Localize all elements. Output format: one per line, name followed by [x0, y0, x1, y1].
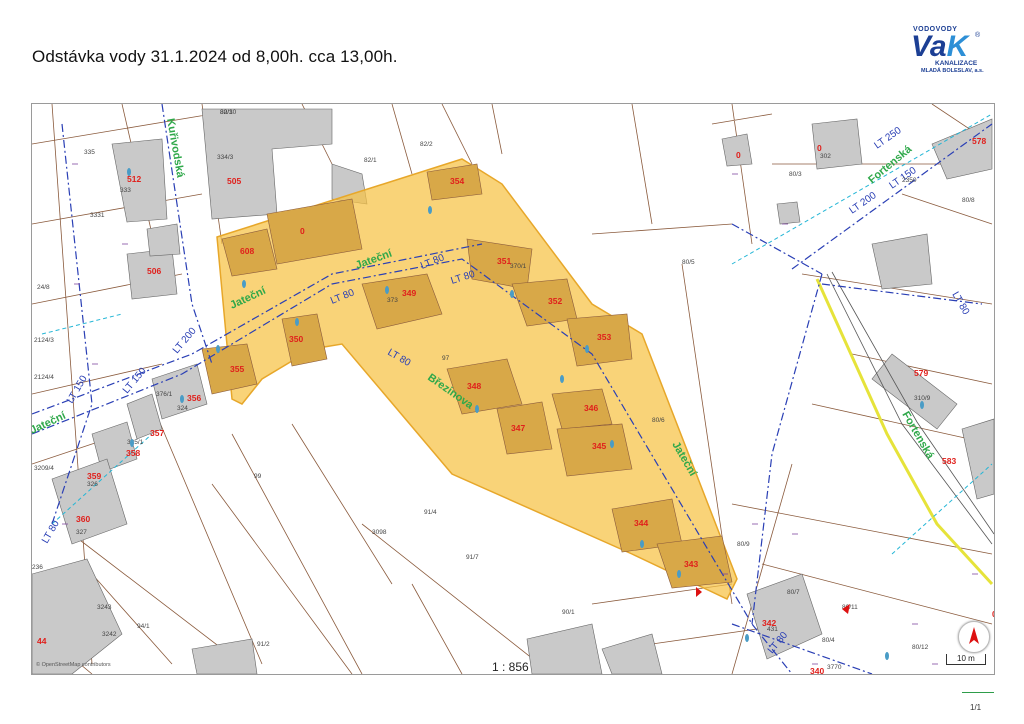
- parcel-number: 431: [767, 626, 778, 633]
- map-view[interactable]: Kuřivodská Jateční Jateční Jateční Jateč…: [31, 103, 995, 675]
- house-number: 349: [402, 288, 416, 298]
- parcel-number: 370/1: [510, 263, 527, 270]
- parcel-number: 82/2: [420, 141, 433, 148]
- parcel-number: 333: [120, 187, 131, 194]
- parcel-number: 80/7: [787, 589, 800, 596]
- parcel-number: 302: [820, 153, 831, 160]
- house-number: 0: [992, 609, 994, 619]
- parcel-number: 24/8: [37, 284, 50, 291]
- house-number: 346: [584, 403, 598, 413]
- pipe-label: LT 150: [65, 373, 90, 405]
- parcel-number: 376/1: [156, 391, 173, 398]
- parcel-number: 99: [254, 473, 262, 480]
- parcel-number: 94/1: [137, 623, 150, 630]
- house-number: 360: [76, 514, 90, 524]
- parcel-number: 2350: [902, 177, 917, 184]
- page-number: 1/1: [970, 703, 982, 712]
- parcel-number: 2124/4: [34, 374, 54, 381]
- parcel-number: 97: [442, 355, 450, 362]
- parcel-number: 80/9: [737, 541, 750, 548]
- parcel-number: 324: [177, 405, 188, 412]
- house-number: 505: [227, 176, 241, 186]
- parcel-number: 80/12: [912, 644, 929, 651]
- parcel-number: 373: [387, 297, 398, 304]
- parcel-number: 236: [32, 564, 43, 571]
- map-canvas[interactable]: Kuřivodská Jateční Jateční Jateční Jateč…: [32, 104, 994, 674]
- parcel-number: 310/9: [914, 395, 931, 402]
- house-number: 352: [548, 296, 562, 306]
- pipe-label: LT 200: [171, 325, 199, 356]
- house-number: 344: [634, 518, 648, 528]
- map-attribution: © OpenStreetMap contributors: [36, 662, 111, 668]
- parcel-number: 3770: [827, 664, 842, 671]
- parcel-number: 3331: [90, 212, 105, 219]
- parcel-number: 82/1: [364, 157, 377, 164]
- house-number: 345: [592, 441, 606, 451]
- house-number: 359: [87, 471, 101, 481]
- parcel-number: 80/6: [652, 417, 665, 424]
- parcel-number: 80/10: [220, 109, 237, 116]
- street-label-jatecni-4: Jateční: [32, 409, 68, 436]
- parcel-number: 3098: [372, 529, 387, 536]
- house-number: 583: [942, 456, 956, 466]
- house-number: 578: [972, 136, 986, 146]
- street-label-kurivodska: Kuřivodská: [164, 117, 186, 179]
- house-number: 350: [289, 334, 303, 344]
- parcel-number: 80/4: [822, 637, 835, 644]
- parcel-number: 91/7: [466, 554, 479, 561]
- house-number: 340: [810, 666, 824, 674]
- north-arrow-icon[interactable]: [958, 621, 990, 653]
- parcel-number: 325/1: [127, 439, 144, 446]
- parcel-number: 3242: [102, 631, 117, 638]
- house-number: 353: [597, 332, 611, 342]
- house-number: 579: [914, 368, 928, 378]
- house-number: 0: [300, 226, 305, 236]
- pipe-label: LT 250: [872, 125, 903, 152]
- pipe-label: LT 200: [847, 190, 878, 217]
- house-number: 348: [467, 381, 481, 391]
- parcel-number: 80/3: [789, 171, 802, 178]
- scale-bar: 10 m: [946, 654, 986, 665]
- house-number: 347: [511, 423, 525, 433]
- company-logo: VODOVODY VaK ® KANALIZACE MLADÁ BOLESLAV…: [905, 26, 997, 78]
- parcel-number: 91/2: [257, 641, 270, 648]
- page-title: Odstávka vody 31.1.2024 od 8,00h. cca 13…: [32, 47, 398, 66]
- parcel-number: 3209/4: [34, 465, 54, 472]
- pipe-label: LT 80: [40, 518, 62, 545]
- house-number: 355: [230, 364, 244, 374]
- parcel-number: 91/4: [424, 509, 437, 516]
- parcel-number: 80/5: [682, 259, 695, 266]
- parcel-number: 335: [84, 149, 95, 156]
- logo-reg: ®: [975, 32, 981, 39]
- parcel-number: 90/1: [562, 609, 575, 616]
- parcel-number: 327: [76, 529, 87, 536]
- house-number: 354: [450, 176, 464, 186]
- house-number: 357: [150, 428, 164, 438]
- logo-mark: VaK: [911, 30, 969, 63]
- parcel-number: 3243: [97, 604, 112, 611]
- house-number: 0: [736, 150, 741, 160]
- map-scale-label: 1 : 856: [492, 660, 529, 674]
- logo-bottom-text: MLADÁ BOLESLAV, a.s.: [921, 68, 984, 74]
- house-number: 356: [187, 393, 201, 403]
- house-number: 44: [37, 636, 47, 646]
- house-number: 506: [147, 266, 161, 276]
- logo-mid-text: KANALIZACE: [935, 60, 978, 67]
- house-number: 343: [684, 559, 698, 569]
- parcel-number: 2124/3: [34, 337, 54, 344]
- parcel-number: 334/3: [217, 154, 234, 161]
- page-divider: [962, 692, 994, 693]
- pipe-label: LT 80: [949, 290, 971, 317]
- house-number: 358: [126, 448, 140, 458]
- house-number: 0: [817, 143, 822, 153]
- parcel-number: 326: [87, 481, 98, 488]
- house-number: 608: [240, 246, 254, 256]
- parcel-number: 80/8: [962, 197, 975, 204]
